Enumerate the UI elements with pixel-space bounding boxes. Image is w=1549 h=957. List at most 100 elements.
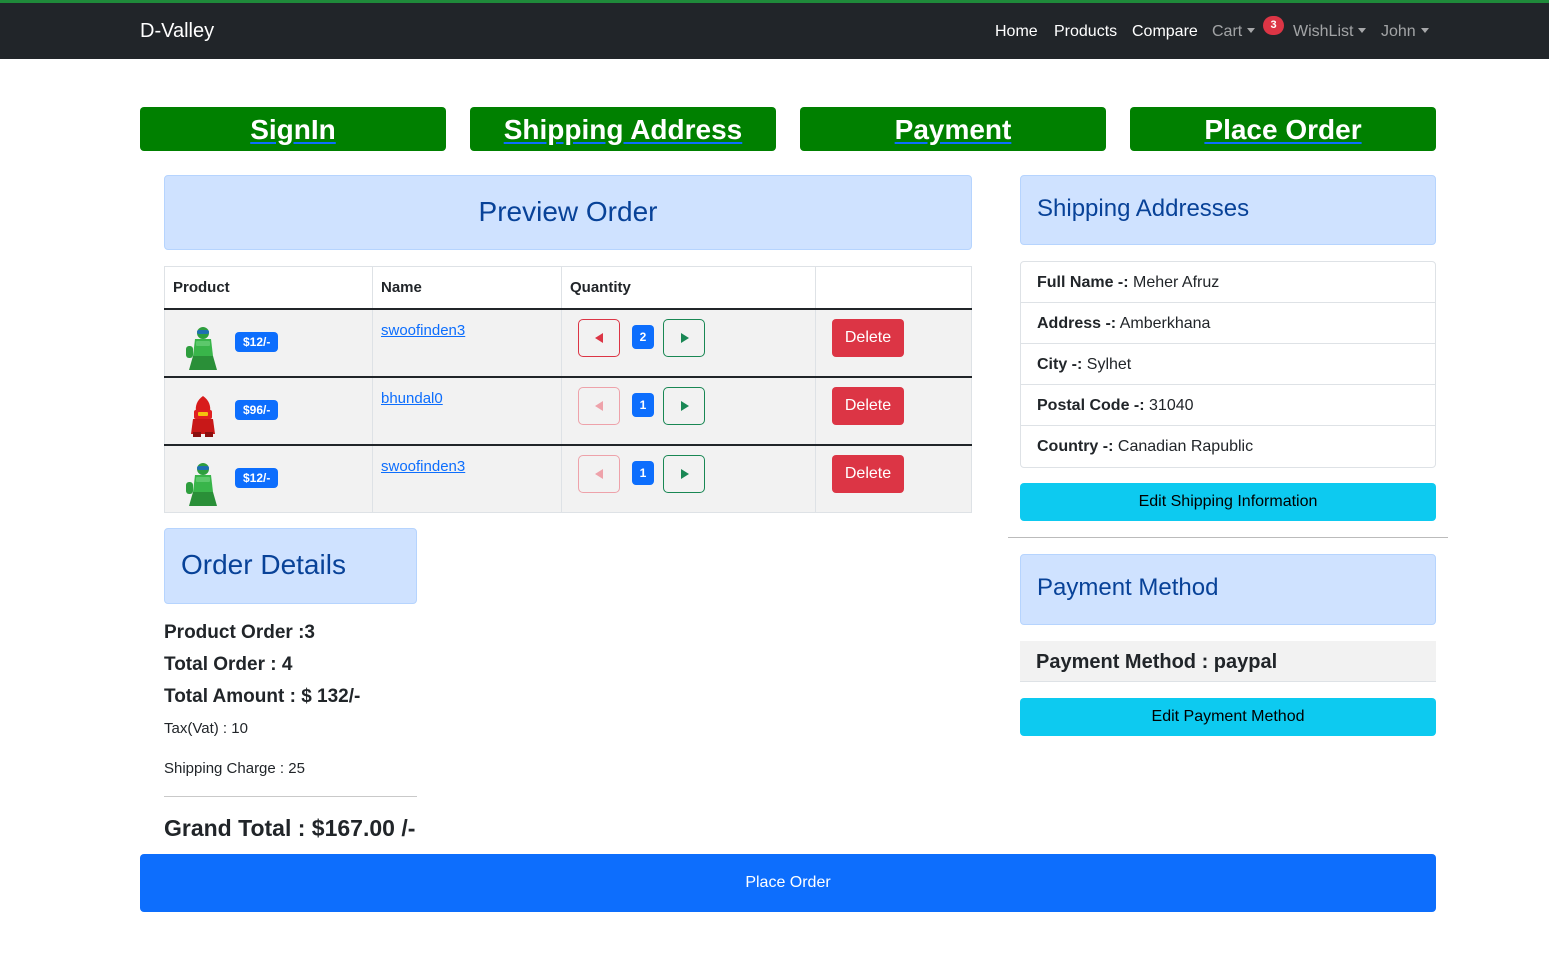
actions-cell: Delete <box>815 444 972 513</box>
total-amount: Total Amount : $ 132/- <box>164 686 361 707</box>
nav-products[interactable]: Products <box>1054 23 1117 41</box>
shipping-charge: Shipping Charge : 25 <box>164 760 305 777</box>
caret-down-icon <box>1247 28 1256 33</box>
divider <box>1008 537 1448 538</box>
step-place-order-label: Place Order <box>1204 114 1362 145</box>
field-value: Meher Afruz <box>1133 274 1220 291</box>
quantity-value: 1 <box>632 460 654 485</box>
decrease-quantity-button[interactable] <box>578 386 620 425</box>
nav-user-label: John <box>1381 23 1416 40</box>
address-city: City -: Sylhet <box>1021 344 1435 385</box>
increase-quantity-button[interactable] <box>663 454 705 493</box>
shipping-addresses-heading: Shipping Addresses <box>1020 175 1436 245</box>
table-row: $12/- swoofinden3 1 Delete <box>164 444 972 513</box>
table-row: $96/- bhundal0 1 Delete <box>164 376 972 446</box>
address-full-name: Full Name -: Meher Afruz <box>1021 262 1435 303</box>
product-figure-icon[interactable] <box>181 326 225 370</box>
nav-wishlist-dropdown[interactable]: WishList <box>1293 23 1367 41</box>
field-label: Country -: <box>1037 438 1114 455</box>
step-shipping-address[interactable]: Shipping Address <box>470 107 776 151</box>
product-cell: $12/- <box>164 308 373 378</box>
decrease-quantity-button[interactable] <box>578 318 620 357</box>
delete-item-button[interactable]: Delete <box>832 318 904 357</box>
col-header-name: Name <box>372 266 562 310</box>
quantity-value: 1 <box>632 392 654 417</box>
nav-user-dropdown[interactable]: John <box>1381 23 1429 41</box>
col-header-actions <box>815 266 972 310</box>
field-label: City -: <box>1037 356 1083 373</box>
name-cell: swoofinden3 <box>372 308 562 378</box>
edit-shipping-button[interactable]: Edit Shipping Information <box>1020 483 1436 521</box>
chevron-right-icon <box>681 332 689 343</box>
chevron-left-icon <box>595 468 603 479</box>
nav-compare[interactable]: Compare <box>1132 23 1198 41</box>
quantity-stepper: 1 <box>570 378 807 444</box>
quantity-value: 2 <box>632 324 654 349</box>
price-badge: $12/- <box>235 467 279 488</box>
price-badge: $96/- <box>235 399 279 420</box>
place-order-button[interactable]: Place Order <box>140 854 1436 912</box>
product-name-link[interactable]: swoofinden3 <box>381 322 465 339</box>
grand-total: Grand Total : $167.00 /- <box>164 815 416 841</box>
product-order-count: Product Order :3 <box>164 622 315 643</box>
step-payment[interactable]: Payment <box>800 107 1106 151</box>
divider <box>164 796 417 797</box>
step-payment-label: Payment <box>894 114 1012 145</box>
nav-wishlist-label: WishList <box>1293 23 1354 40</box>
quantity-cell: 2 <box>561 308 816 378</box>
step-signin-label: SignIn <box>250 114 336 145</box>
step-signin[interactable]: SignIn <box>140 107 446 151</box>
nav-home[interactable]: Home <box>995 23 1038 41</box>
nav-cart-label: Cart <box>1212 23 1243 40</box>
field-value: Canadian Rapublic <box>1117 438 1254 455</box>
delete-item-button[interactable]: Delete <box>832 454 904 493</box>
payment-method-heading: Payment Method <box>1020 554 1436 625</box>
payment-method-display: Payment Method : paypal <box>1020 641 1436 682</box>
cart-count-badge: 3 <box>1263 16 1284 35</box>
chevron-left-icon <box>595 400 603 411</box>
name-cell: swoofinden3 <box>372 444 562 513</box>
address-postal-code: Postal Code -: 31040 <box>1021 385 1435 426</box>
decrease-quantity-button[interactable] <box>578 454 620 493</box>
field-value: Sylhet <box>1086 356 1132 373</box>
field-value: 31040 <box>1149 397 1194 414</box>
caret-down-icon <box>1358 28 1367 33</box>
nav-cart-dropdown[interactable]: Cart <box>1212 23 1256 41</box>
tax-vat: Tax(Vat) : 10 <box>164 720 248 737</box>
price-badge: $12/- <box>235 331 279 352</box>
edit-payment-button[interactable]: Edit Payment Method <box>1020 698 1436 736</box>
col-header-product: Product <box>164 266 373 310</box>
increase-quantity-button[interactable] <box>663 318 705 357</box>
col-header-quantity: Quantity <box>561 266 816 310</box>
quantity-cell: 1 <box>561 444 816 513</box>
field-label: Full Name -: <box>1037 274 1129 291</box>
field-label: Postal Code -: <box>1037 397 1145 414</box>
increase-quantity-button[interactable] <box>663 386 705 425</box>
address-street: Address -: Amberkhana <box>1021 303 1435 344</box>
chevron-left-icon <box>595 332 603 343</box>
navbar: D-Valley Home Products Compare Cart 3 Wi… <box>0 3 1549 59</box>
product-name-link[interactable]: bhundal0 <box>381 390 443 407</box>
field-value: Amberkhana <box>1119 315 1211 332</box>
preview-order-heading: Preview Order <box>164 175 972 250</box>
field-label: Address -: <box>1037 315 1117 332</box>
name-cell: bhundal0 <box>372 376 562 446</box>
actions-cell: Delete <box>815 308 972 378</box>
actions-cell: Delete <box>815 376 972 446</box>
product-name-link[interactable]: swoofinden3 <box>381 458 465 475</box>
product-figure-icon[interactable] <box>181 394 225 438</box>
chevron-right-icon <box>681 468 689 479</box>
step-shipping-address-label: Shipping Address <box>503 114 743 145</box>
product-figure-icon[interactable] <box>181 462 225 506</box>
shipping-address-list: Full Name -: Meher Afruz Address -: Ambe… <box>1020 261 1436 468</box>
delete-item-button[interactable]: Delete <box>832 386 904 425</box>
brand-logo[interactable]: D-Valley <box>140 20 214 43</box>
order-details-heading: Order Details <box>164 528 417 604</box>
chevron-right-icon <box>681 400 689 411</box>
step-place-order[interactable]: Place Order <box>1130 107 1436 151</box>
product-cell: $12/- <box>164 444 373 513</box>
quantity-stepper: 2 <box>570 310 807 376</box>
quantity-stepper: 1 <box>570 446 807 512</box>
quantity-cell: 1 <box>561 376 816 446</box>
total-order-count: Total Order : 4 <box>164 654 293 675</box>
